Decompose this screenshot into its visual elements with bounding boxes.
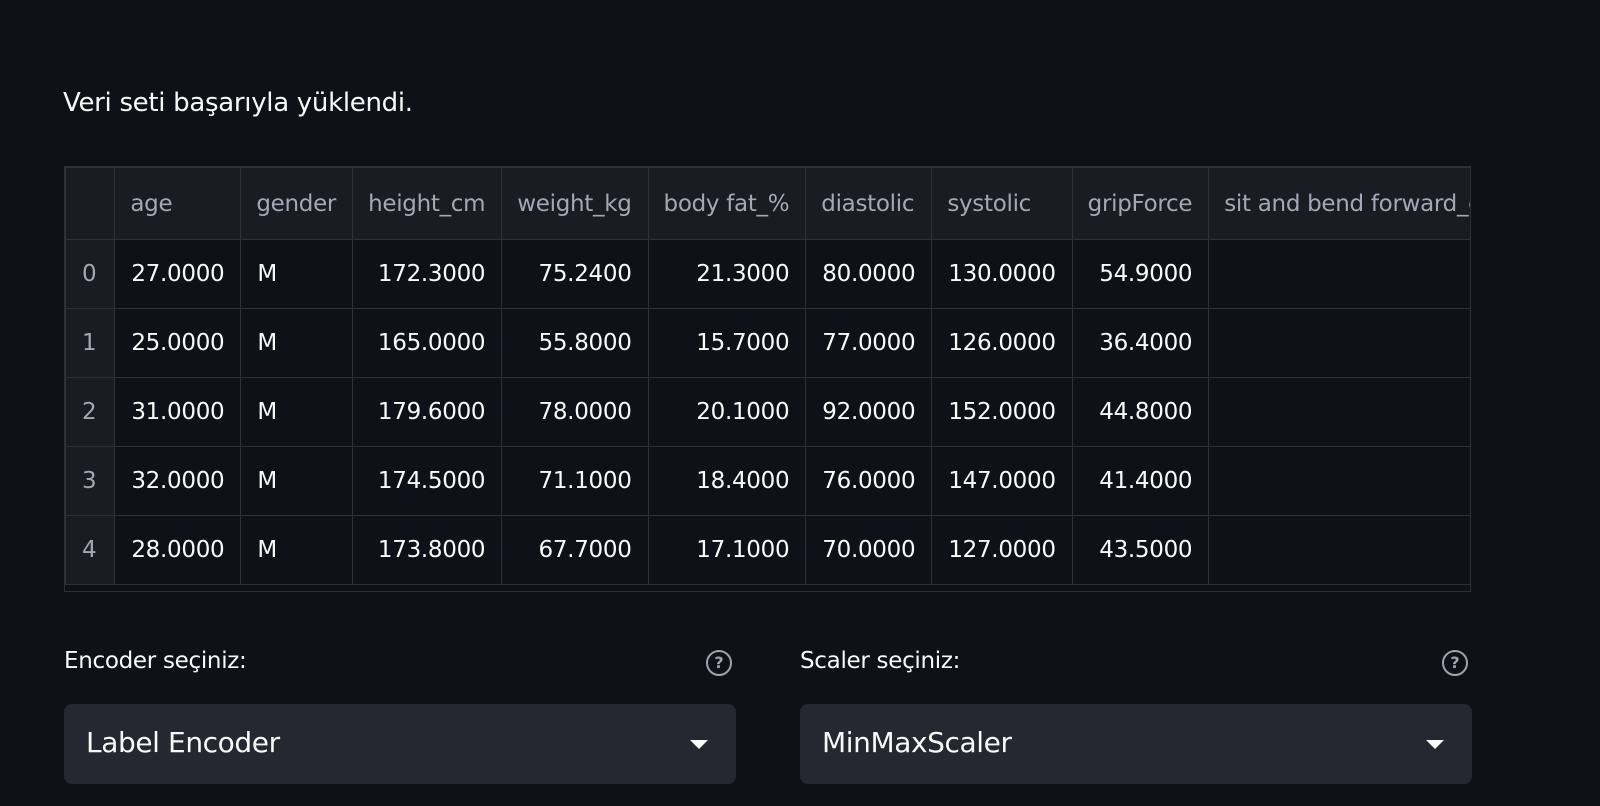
row-index: 2	[65, 377, 116, 447]
scaler-selected-value: MinMaxScaler	[822, 726, 1012, 759]
cell-gender[interactable]: M	[240, 446, 354, 516]
cell-diastolic[interactable]: 80.0000	[805, 239, 933, 309]
encoder-label: Encoder seçiniz:	[64, 648, 247, 674]
row-index: 1	[65, 308, 116, 378]
cell-age[interactable]: 31.0000	[114, 377, 242, 447]
cell-systolic[interactable]: 127.0000	[931, 515, 1073, 585]
column-header-gripforce[interactable]: gripForce	[1071, 167, 1210, 240]
chevron-down-icon	[1426, 740, 1444, 749]
cell-gripforce[interactable]: 44.8000	[1071, 377, 1210, 447]
table-row: 2 31.0000 M 179.6000 78.0000 20.1000 92.…	[65, 377, 1470, 447]
table-header-row: age gender height_cm weight_kg body fat_…	[65, 167, 1470, 240]
cell-weight[interactable]: 75.2400	[501, 239, 649, 309]
cell-gender[interactable]: M	[240, 515, 354, 585]
row-index: 4	[65, 515, 116, 585]
cell-systolic[interactable]: 130.0000	[931, 239, 1073, 309]
cell-body-fat[interactable]: 15.7000	[647, 308, 807, 378]
cell-body-fat[interactable]: 17.1000	[647, 515, 807, 585]
table-row: 0 27.0000 M 172.3000 75.2400 21.3000 80.…	[65, 239, 1470, 309]
cell-body-fat[interactable]: 18.4000	[647, 446, 807, 516]
encoder-help-icon[interactable]: ?	[706, 650, 732, 676]
row-index: 3	[65, 446, 116, 516]
cell-sit-and-bend[interactable]	[1208, 515, 1470, 585]
cell-systolic[interactable]: 152.0000	[931, 377, 1073, 447]
scaler-help-icon[interactable]: ?	[1442, 650, 1468, 676]
cell-sit-and-bend[interactable]	[1208, 446, 1470, 516]
cell-gender[interactable]: M	[240, 239, 354, 309]
encoder-selected-value: Label Encoder	[86, 726, 280, 759]
scaler-label: Scaler seçiniz:	[800, 648, 961, 674]
cell-height[interactable]: 174.5000	[352, 446, 503, 516]
column-header-gender[interactable]: gender	[240, 167, 354, 240]
cell-gender[interactable]: M	[240, 308, 354, 378]
row-index: 0	[65, 239, 116, 309]
cell-weight[interactable]: 55.8000	[501, 308, 649, 378]
data-table: age gender height_cm weight_kg body fat_…	[65, 167, 1470, 585]
column-header-index	[65, 167, 116, 240]
table-row: 1 25.0000 M 165.0000 55.8000 15.7000 77.…	[65, 308, 1470, 378]
cell-weight[interactable]: 78.0000	[501, 377, 649, 447]
cell-height[interactable]: 172.3000	[352, 239, 503, 309]
cell-gender[interactable]: M	[240, 377, 354, 447]
cell-diastolic[interactable]: 70.0000	[805, 515, 933, 585]
cell-height[interactable]: 179.6000	[352, 377, 503, 447]
cell-body-fat[interactable]: 20.1000	[647, 377, 807, 447]
column-header-systolic[interactable]: systolic	[931, 167, 1073, 240]
cell-systolic[interactable]: 147.0000	[931, 446, 1073, 516]
cell-age[interactable]: 27.0000	[114, 239, 242, 309]
cell-sit-and-bend[interactable]	[1208, 377, 1470, 447]
cell-gripforce[interactable]: 54.9000	[1071, 239, 1210, 309]
cell-sit-and-bend[interactable]	[1208, 239, 1470, 309]
cell-age[interactable]: 32.0000	[114, 446, 242, 516]
column-header-age[interactable]: age	[114, 167, 242, 240]
cell-weight[interactable]: 67.7000	[501, 515, 649, 585]
column-header-sit-and-bend[interactable]: sit and bend forward_cm	[1208, 167, 1470, 240]
cell-height[interactable]: 165.0000	[352, 308, 503, 378]
cell-body-fat[interactable]: 21.3000	[647, 239, 807, 309]
table-row: 3 32.0000 M 174.5000 71.1000 18.4000 76.…	[65, 446, 1470, 516]
cell-age[interactable]: 28.0000	[114, 515, 242, 585]
encoder-select[interactable]: Label Encoder	[64, 704, 736, 784]
cell-systolic[interactable]: 126.0000	[931, 308, 1073, 378]
app-page: Veri seti başarıyla yüklendi. age gender	[0, 0, 1600, 806]
cell-diastolic[interactable]: 92.0000	[805, 377, 933, 447]
cell-gripforce[interactable]: 36.4000	[1071, 308, 1210, 378]
column-header-weight[interactable]: weight_kg	[501, 167, 649, 240]
cell-diastolic[interactable]: 76.0000	[805, 446, 933, 516]
column-header-body-fat[interactable]: body fat_%	[647, 167, 807, 240]
cell-diastolic[interactable]: 77.0000	[805, 308, 933, 378]
cell-gripforce[interactable]: 43.5000	[1071, 515, 1210, 585]
table-row: 4 28.0000 M 173.8000 67.7000 17.1000 70.…	[65, 515, 1470, 585]
dataframe-table[interactable]: age gender height_cm weight_kg body fat_…	[64, 166, 1471, 592]
cell-height[interactable]: 173.8000	[352, 515, 503, 585]
cell-sit-and-bend[interactable]	[1208, 308, 1470, 378]
cell-age[interactable]: 25.0000	[114, 308, 242, 378]
column-header-height[interactable]: height_cm	[352, 167, 503, 240]
chevron-down-icon	[690, 740, 708, 749]
scaler-select[interactable]: MinMaxScaler	[800, 704, 1472, 784]
cell-weight[interactable]: 71.1000	[501, 446, 649, 516]
cell-gripforce[interactable]: 41.4000	[1071, 446, 1210, 516]
column-header-diastolic[interactable]: diastolic	[805, 167, 933, 240]
upload-success-message: Veri seti başarıyla yüklendi.	[63, 88, 413, 118]
